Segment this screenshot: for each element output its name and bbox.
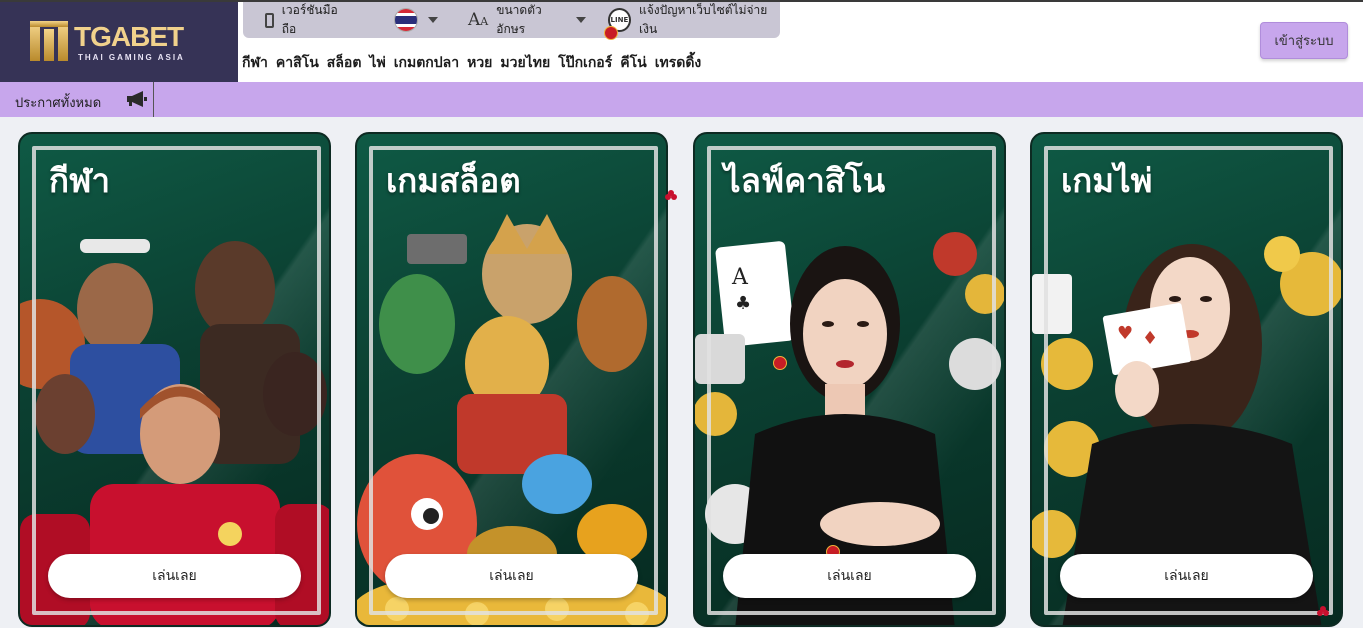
nav-item-slots[interactable]: สล็อต [327, 52, 362, 74]
announcement-divider [153, 82, 154, 117]
svg-text:A: A [731, 265, 749, 290]
nav-item-fishing[interactable]: เกมตกปลา [394, 52, 459, 74]
svg-text:♣: ♣ [735, 293, 751, 314]
font-size-selector[interactable]: AA ขนาดตัวอักษร [438, 1, 586, 39]
chevron-down-icon [575, 17, 586, 23]
nav-item-muay-thai[interactable]: มวยไทย [500, 52, 550, 74]
card-title: กีฬา [49, 161, 111, 200]
nav-item-trading[interactable]: เทรดดิ้ง [655, 52, 702, 74]
category-card-sports[interactable]: กีฬา เล่นเลย [18, 132, 331, 627]
lantern-decoration-icon [773, 356, 787, 370]
logo-emblem-icon [30, 21, 68, 63]
brand-tagline: THAI GAMING ASIA [78, 52, 185, 62]
play-now-button[interactable]: เล่นเลย [723, 554, 976, 598]
megaphone-icon [127, 91, 147, 107]
svg-text:♦: ♦ [1142, 328, 1158, 349]
play-now-button[interactable]: เล่นเลย [385, 554, 638, 598]
announcement-bar: ประกาศทั้งหมด [0, 82, 1363, 117]
site-header: TGABET THAI GAMING ASIA เวอร์ชันมือถือ A… [0, 2, 1363, 82]
main-nav: กีฬา คาสิโน สล็อต ไพ่ เกมตกปลา หวย มวยไท… [242, 52, 701, 74]
category-card-card-games[interactable]: ♥ ♦ เกมไพ่ เล่นเลย [1030, 132, 1343, 627]
chevron-down-icon [428, 17, 439, 23]
font-size-icon: AA [468, 10, 489, 30]
svg-text:♥: ♥ [1117, 323, 1133, 344]
language-selector[interactable] [349, 8, 439, 32]
category-card-live-casino[interactable]: A ♣ ไลฟ์คาสิโน เล่นเลย [693, 132, 1006, 627]
mobile-version-label: เวอร์ชันมือถือ [281, 3, 338, 36]
flower-decoration-icon [665, 190, 677, 200]
nav-item-lottery[interactable]: หวย [467, 52, 492, 74]
category-card-slots[interactable]: เกมสล็อต เล่นเลย [355, 132, 668, 627]
mobile-phone-icon [265, 12, 274, 28]
flower-decoration-icon [1317, 606, 1329, 616]
login-button[interactable]: เข้าสู่ระบบ [1260, 22, 1348, 59]
font-size-label: ขนาดตัวอักษร [496, 3, 542, 36]
nav-item-poker[interactable]: โป๊กเกอร์ [558, 52, 612, 74]
report-problem-label: แจ้งปัญหาเว็บไซต์ไม่จ่ายเงิน [639, 3, 768, 36]
nav-item-keno[interactable]: คีโน่ [620, 52, 646, 74]
logo[interactable]: TGABET THAI GAMING ASIA [0, 2, 238, 82]
announcement-label[interactable]: ประกาศทั้งหมด [15, 92, 101, 113]
nav-item-sports[interactable]: กีฬา [242, 52, 268, 74]
card-title: เกมสล็อต [386, 161, 521, 200]
brand-name: TGABET [74, 20, 184, 52]
thai-flag-icon [394, 8, 419, 32]
mobile-version-link[interactable]: เวอร์ชันมือถือ [243, 1, 349, 39]
utility-bar: เวอร์ชันมือถือ AA ขนาดตัวอักษร LINE แจ้ง… [243, 2, 780, 38]
play-now-button[interactable]: เล่นเลย [1060, 554, 1313, 598]
card-title: เกมไพ่ [1061, 161, 1153, 200]
play-now-button[interactable]: เล่นเลย [48, 554, 301, 598]
nav-item-casino[interactable]: คาสิโน [276, 52, 319, 74]
card-title: ไลฟ์คาสิโน [724, 161, 886, 200]
nav-item-cards[interactable]: ไพ่ [369, 52, 385, 74]
lantern-decoration-icon [604, 26, 618, 40]
